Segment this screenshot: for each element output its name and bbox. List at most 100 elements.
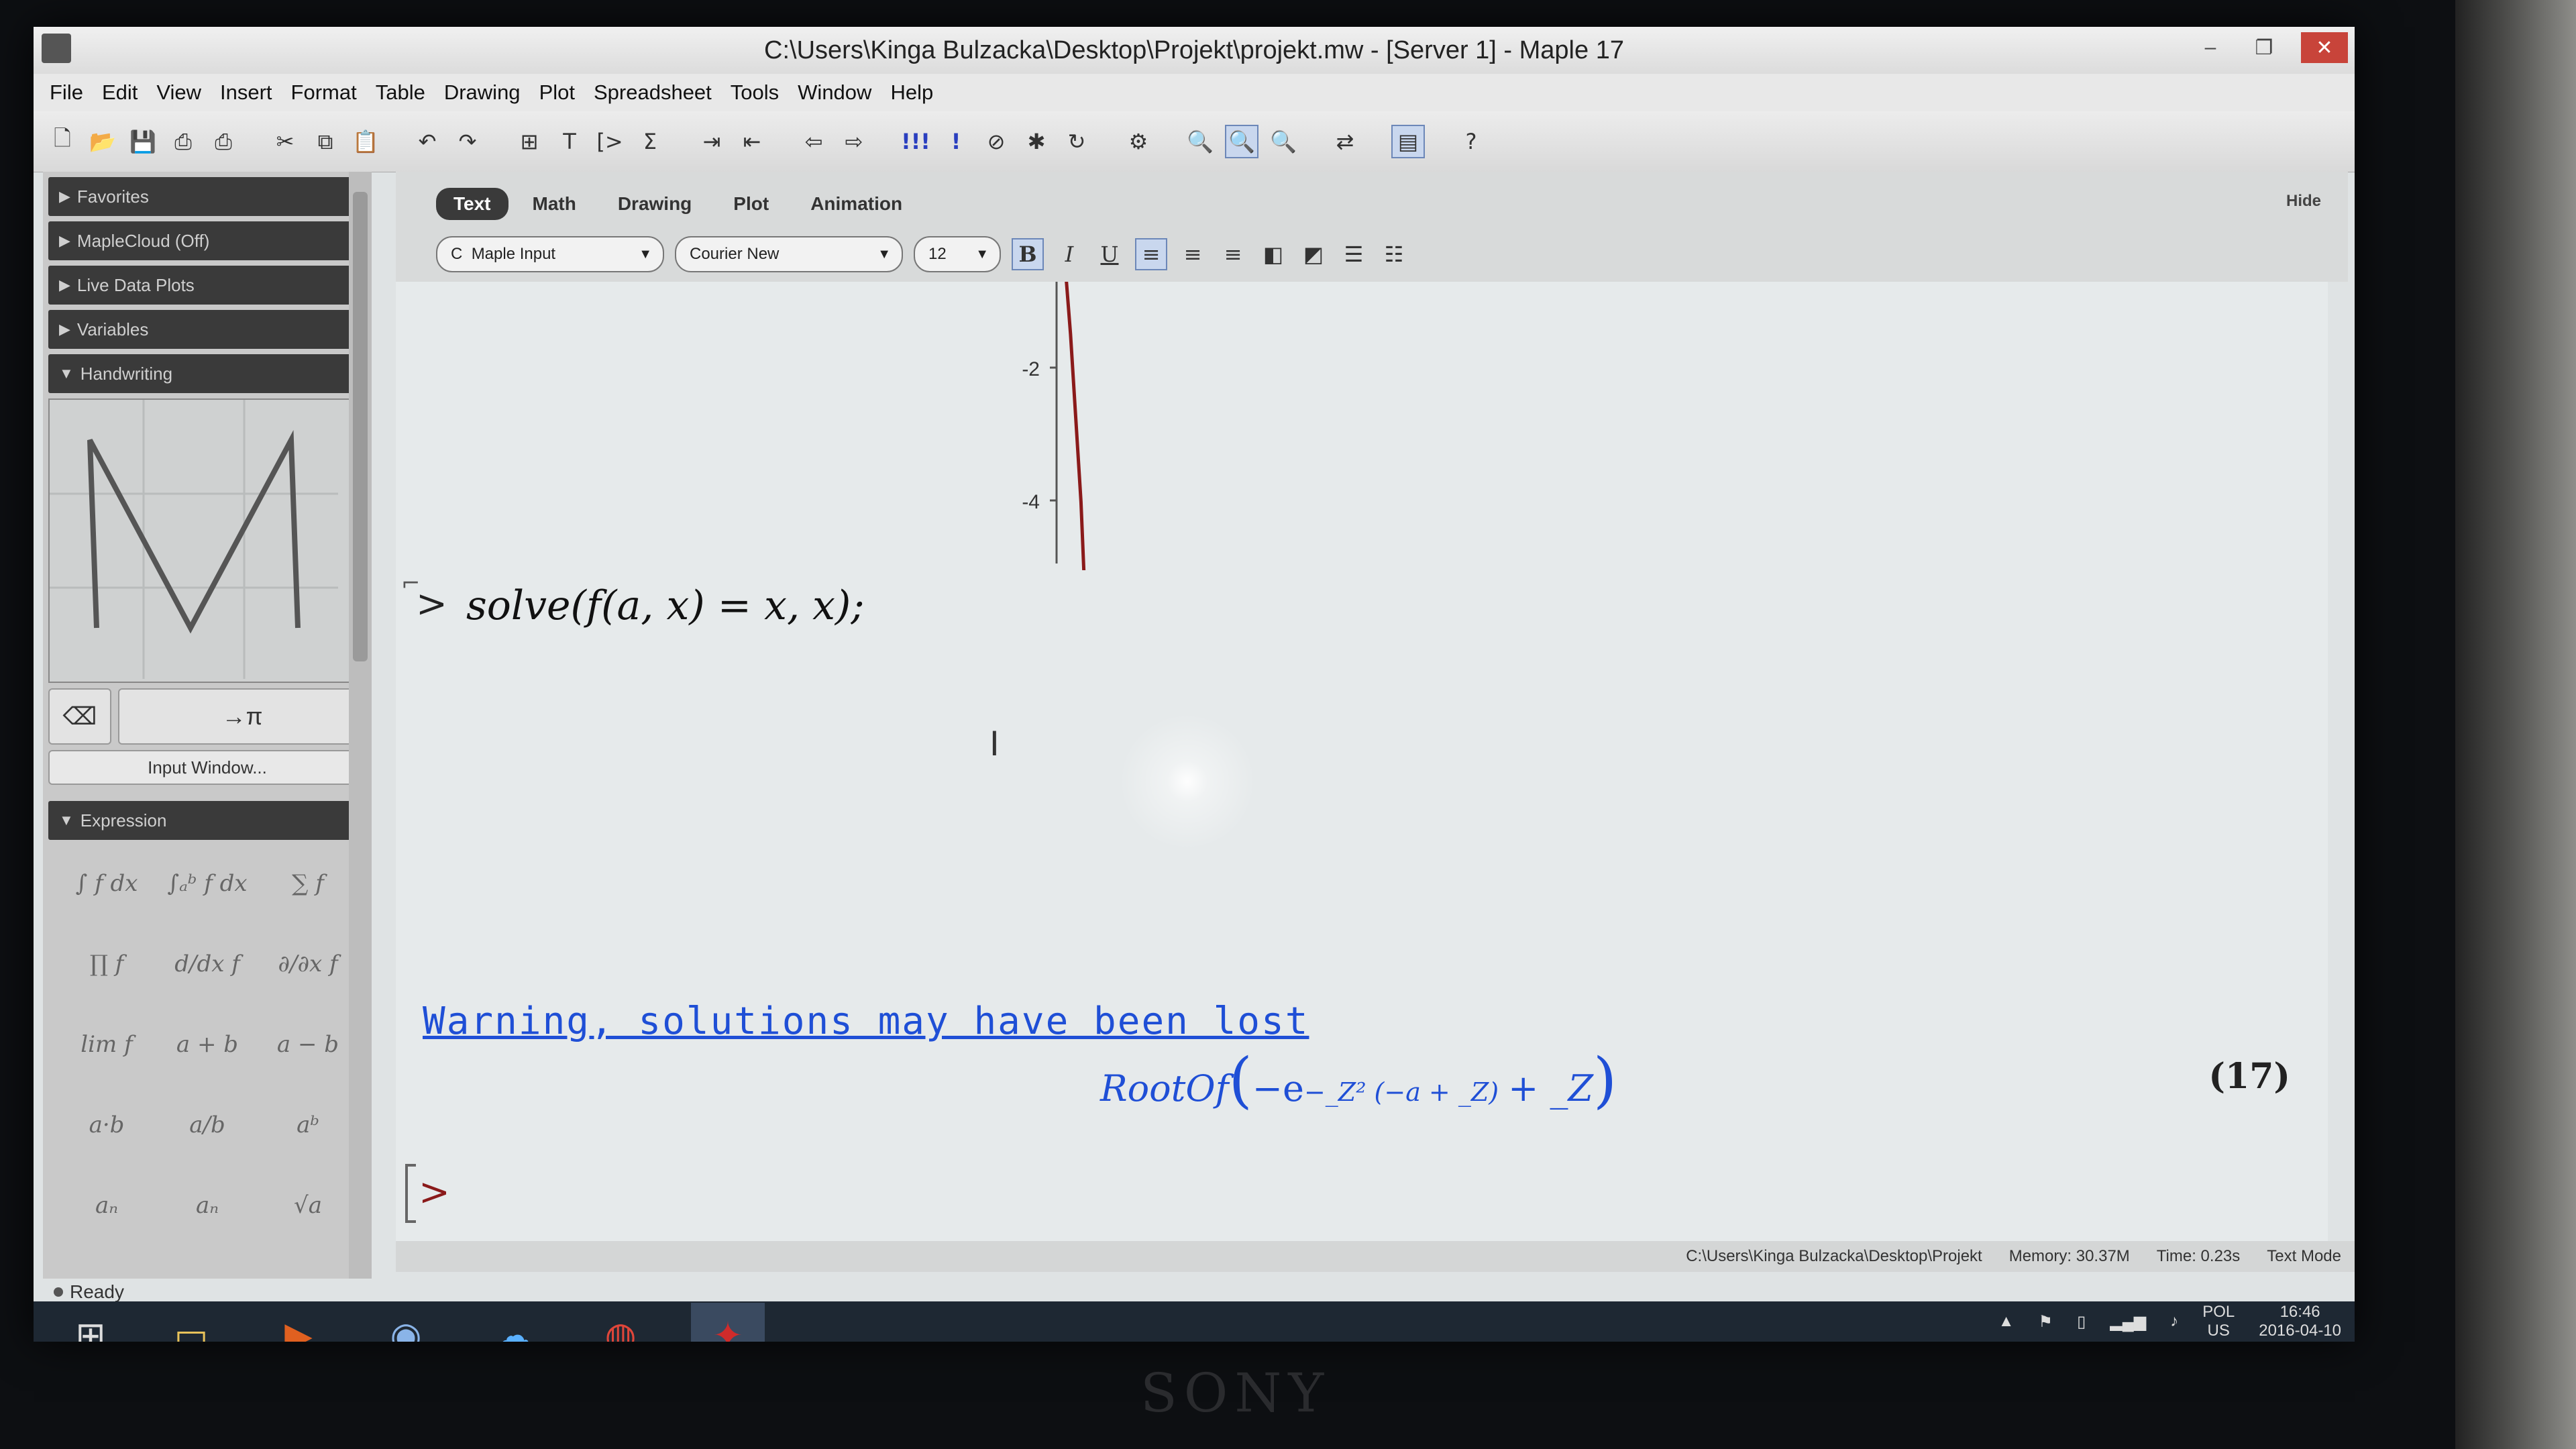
maple-app-icon[interactable]	[42, 34, 71, 63]
palette-favorites[interactable]: ▶ Favorites	[48, 177, 366, 216]
subtraction-template[interactable]: a − b	[258, 1014, 358, 1075]
plot-region[interactable]: -2 -4	[396, 282, 2328, 570]
sum-template[interactable]: ∑ f	[258, 853, 358, 914]
media-player-icon[interactable]: ▶	[262, 1303, 335, 1342]
copy-icon[interactable]: ⧉	[310, 126, 341, 157]
italic-button[interactable]: I	[1055, 239, 1084, 269]
align-center-icon[interactable]: ≡	[1178, 239, 1208, 269]
menu-tools[interactable]: Tools	[721, 80, 788, 105]
palette-maplecloud[interactable]: ▶ MapleCloud (Off)	[48, 221, 366, 260]
insert-execution-group-icon[interactable]: ⊞	[514, 126, 545, 157]
cloud-icon[interactable]: ☁	[476, 1303, 550, 1342]
menu-insert[interactable]: Insert	[211, 80, 282, 105]
limit-template[interactable]: lim f	[56, 1014, 157, 1075]
tab-drawing[interactable]: Drawing	[600, 188, 709, 220]
menu-drawing[interactable]: Drawing	[435, 80, 530, 105]
menu-table[interactable]: Table	[366, 80, 435, 105]
sum-icon[interactable]: Σ	[635, 126, 665, 157]
clock[interactable]: 16:46 2016-04-10	[2259, 1303, 2341, 1340]
restart-icon[interactable]: ↻	[1061, 126, 1092, 157]
outdent-icon[interactable]: ⇤	[737, 126, 767, 157]
minimize-button[interactable]: –	[2187, 32, 2234, 63]
font-dropdown[interactable]: Courier New ▼	[675, 236, 903, 272]
menu-edit[interactable]: Edit	[93, 80, 147, 105]
menu-file[interactable]: File	[40, 80, 93, 105]
browser-icon[interactable]: ◉	[369, 1303, 443, 1342]
power-template[interactable]: aᵇ	[258, 1095, 358, 1155]
zoom-in-icon[interactable]: 🔍	[1268, 126, 1299, 157]
product-template[interactable]: ∏ f	[56, 934, 157, 994]
subscript-template[interactable]: aₙ	[56, 1175, 157, 1236]
back-arrow-icon[interactable]: ⇦	[798, 126, 829, 157]
stop-icon[interactable]: ⊘	[981, 126, 1012, 157]
palette-scroll-thumb[interactable]	[353, 192, 368, 661]
volume-icon[interactable]: ♪	[2170, 1312, 2178, 1331]
maple-taskbar-icon[interactable]: ✦	[691, 1303, 765, 1342]
input-window-button[interactable]: Input Window...	[48, 750, 366, 785]
worksheet-document[interactable]: -2 -4 ⌐ > solve(f(a, x) = x, x); I Warni…	[396, 282, 2328, 1241]
action-center-icon[interactable]: ⚑	[2039, 1312, 2053, 1332]
file-explorer-icon[interactable]: ▭	[154, 1303, 228, 1342]
zoom-reset-icon[interactable]: 🔍	[1225, 125, 1258, 158]
palette-handwriting[interactable]: ▼ Handwriting	[48, 354, 366, 393]
tab-plot[interactable]: Plot	[716, 188, 786, 220]
font-size-dropdown[interactable]: 12 ▼	[914, 236, 1001, 272]
derivative-template[interactable]: d/dx f	[157, 934, 258, 994]
bullet-list-icon[interactable]: ☰	[1339, 239, 1368, 269]
menu-format[interactable]: Format	[282, 80, 366, 105]
forward-arrow-icon[interactable]: ⇨	[839, 126, 869, 157]
save-icon[interactable]: 💾	[127, 126, 158, 157]
menu-plot[interactable]: Plot	[530, 80, 584, 105]
multiplication-template[interactable]: a·b	[56, 1095, 157, 1155]
insert-prompt-icon[interactable]: [>	[594, 126, 625, 157]
palette-variables[interactable]: ▶ Variables	[48, 310, 366, 349]
text-color-icon[interactable]: ◧	[1258, 239, 1288, 269]
subscript-template-2[interactable]: aₙ	[157, 1175, 258, 1236]
tab-text[interactable]: Text	[436, 188, 508, 220]
tab-animation[interactable]: Animation	[793, 188, 920, 220]
highlight-color-icon[interactable]: ◩	[1299, 239, 1328, 269]
insert-text-icon[interactable]: T	[554, 126, 585, 157]
open-folder-icon[interactable]: 📂	[87, 126, 118, 157]
execute-all-icon[interactable]: !!!	[900, 126, 931, 157]
indent-icon[interactable]: ⇥	[696, 126, 727, 157]
addition-template[interactable]: a + b	[157, 1014, 258, 1075]
next-input-prompt[interactable]: >	[419, 1171, 450, 1214]
undo-icon[interactable]: ↶	[412, 126, 443, 157]
zoom-out-icon[interactable]: 🔍	[1185, 126, 1216, 157]
print-preview-icon[interactable]: ⎙	[208, 126, 239, 157]
indefinite-integral-template[interactable]: ∫ f dx	[56, 853, 157, 914]
palette-expression[interactable]: ▼ Expression	[48, 801, 366, 840]
print-icon[interactable]: ⎙	[168, 126, 199, 157]
panel-layout-icon[interactable]: ▤	[1391, 125, 1425, 158]
handwriting-canvas[interactable]	[48, 398, 366, 683]
fraction-template[interactable]: a/b	[157, 1095, 258, 1155]
chrome-icon[interactable]: ◍	[584, 1303, 657, 1342]
cut-icon[interactable]: ✂	[270, 126, 301, 157]
paste-icon[interactable]: 📋	[350, 126, 381, 157]
toggle-display-icon[interactable]: ⇄	[1330, 126, 1360, 157]
style-dropdown[interactable]: C Maple Input ▼	[436, 236, 664, 272]
windows-start-icon[interactable]: ⊞	[54, 1303, 127, 1342]
align-left-icon[interactable]: ≡	[1135, 238, 1167, 270]
hide-toolbar-link[interactable]: Hide	[2286, 192, 2321, 211]
numbered-list-icon[interactable]: ☷	[1379, 239, 1409, 269]
new-document-icon[interactable]: 🗋	[47, 125, 78, 157]
bold-button[interactable]: B	[1012, 238, 1044, 270]
menu-window[interactable]: Window	[788, 80, 881, 105]
close-button[interactable]: ✕	[2301, 32, 2348, 63]
palette-scrollbar[interactable]	[349, 172, 372, 1279]
tab-math[interactable]: Math	[515, 188, 594, 220]
definite-integral-template[interactable]: ∫ₐᵇ f dx	[157, 853, 258, 914]
debug-icon[interactable]: ✱	[1021, 126, 1052, 157]
help-icon[interactable]: ?	[1456, 126, 1487, 157]
palette-live-data-plots[interactable]: ▶ Live Data Plots	[48, 266, 366, 305]
partial-derivative-template[interactable]: ∂/∂x f	[258, 934, 358, 994]
tray-chevron-icon[interactable]: ▲	[1998, 1312, 2015, 1331]
language-indicator[interactable]: POL US	[2202, 1303, 2235, 1340]
underline-button[interactable]: U	[1095, 239, 1124, 269]
command-input[interactable]: solve(f(a, x) = x, x);	[466, 582, 865, 629]
align-right-icon[interactable]: ≡	[1218, 239, 1248, 269]
redo-icon[interactable]: ↷	[452, 126, 483, 157]
network-signal-icon[interactable]: ▂▄▆	[2110, 1312, 2146, 1332]
